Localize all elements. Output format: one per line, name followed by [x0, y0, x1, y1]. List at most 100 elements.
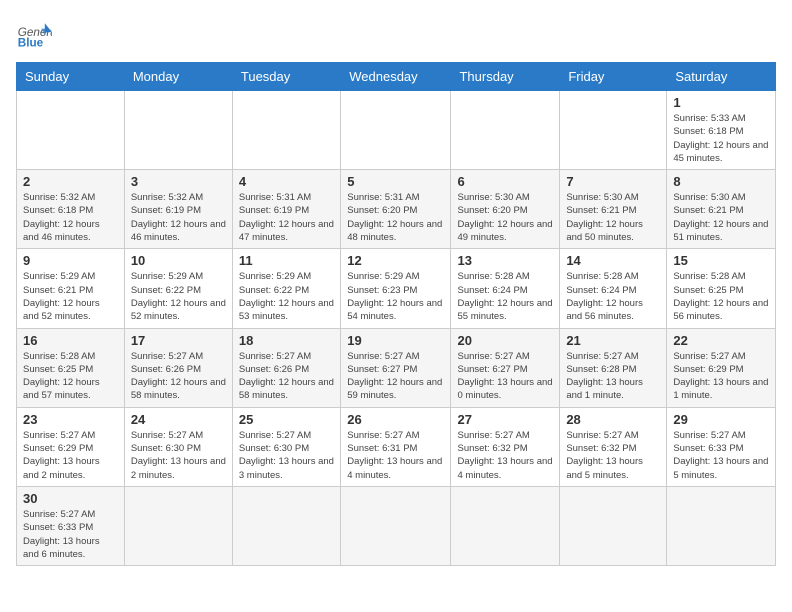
day-info: Sunrise: 5:27 AM Sunset: 6:30 PM Dayligh…: [131, 429, 226, 482]
calendar-header-row: SundayMondayTuesdayWednesdayThursdayFrid…: [17, 63, 776, 91]
day-number: 16: [23, 333, 118, 348]
day-number: 8: [673, 174, 769, 189]
day-number: 14: [566, 253, 660, 268]
week-row-4: 16 Sunrise: 5:28 AM Sunset: 6:25 PM Dayli…: [17, 328, 776, 407]
day-cell: 2 Sunrise: 5:32 AM Sunset: 6:18 PM Daylig…: [17, 170, 125, 249]
day-cell: [560, 486, 667, 565]
day-number: 6: [457, 174, 553, 189]
day-number: 11: [239, 253, 334, 268]
col-header-monday: Monday: [124, 63, 232, 91]
day-cell: [560, 91, 667, 170]
week-row-2: 2 Sunrise: 5:32 AM Sunset: 6:18 PM Daylig…: [17, 170, 776, 249]
day-info: Sunrise: 5:27 AM Sunset: 6:26 PM Dayligh…: [239, 350, 334, 403]
day-info: Sunrise: 5:27 AM Sunset: 6:31 PM Dayligh…: [347, 429, 444, 482]
day-info: Sunrise: 5:27 AM Sunset: 6:33 PM Dayligh…: [673, 429, 769, 482]
day-cell: 9 Sunrise: 5:29 AM Sunset: 6:21 PM Daylig…: [17, 249, 125, 328]
day-cell: 4 Sunrise: 5:31 AM Sunset: 6:19 PM Daylig…: [232, 170, 340, 249]
day-number: 27: [457, 412, 553, 427]
day-cell: 29 Sunrise: 5:27 AM Sunset: 6:33 PM Dayli…: [667, 407, 776, 486]
day-number: 1: [673, 95, 769, 110]
day-number: 18: [239, 333, 334, 348]
day-cell: [667, 486, 776, 565]
day-number: 25: [239, 412, 334, 427]
day-cell: [232, 91, 340, 170]
day-number: 2: [23, 174, 118, 189]
day-cell: 7 Sunrise: 5:30 AM Sunset: 6:21 PM Daylig…: [560, 170, 667, 249]
day-cell: 16 Sunrise: 5:28 AM Sunset: 6:25 PM Dayli…: [17, 328, 125, 407]
day-info: Sunrise: 5:30 AM Sunset: 6:21 PM Dayligh…: [566, 191, 660, 244]
day-number: 9: [23, 253, 118, 268]
day-info: Sunrise: 5:29 AM Sunset: 6:23 PM Dayligh…: [347, 270, 444, 323]
day-number: 7: [566, 174, 660, 189]
day-cell: 17Sunrise: 5:27 AM Sunset: 6:26 PM Dayli…: [124, 328, 232, 407]
day-cell: 3 Sunrise: 5:32 AM Sunset: 6:19 PM Daylig…: [124, 170, 232, 249]
day-info: Sunrise: 5:28 AM Sunset: 6:25 PM Dayligh…: [23, 350, 118, 403]
day-number: 3: [131, 174, 226, 189]
day-info: Sunrise: 5:31 AM Sunset: 6:19 PM Dayligh…: [239, 191, 334, 244]
col-header-sunday: Sunday: [17, 63, 125, 91]
day-cell: 25 Sunrise: 5:27 AM Sunset: 6:30 PM Dayli…: [232, 407, 340, 486]
day-cell: 28 Sunrise: 5:27 AM Sunset: 6:32 PM Dayli…: [560, 407, 667, 486]
day-cell: 14Sunrise: 5:28 AM Sunset: 6:24 PM Dayli…: [560, 249, 667, 328]
day-cell: 23 Sunrise: 5:27 AM Sunset: 6:29 PM Dayli…: [17, 407, 125, 486]
day-cell: 30 Sunrise: 5:27 AM Sunset: 6:33 PM Dayli…: [17, 486, 125, 565]
logo-icon: General Blue: [16, 16, 52, 52]
col-header-wednesday: Wednesday: [341, 63, 451, 91]
day-number: 22: [673, 333, 769, 348]
week-row-5: 23 Sunrise: 5:27 AM Sunset: 6:29 PM Dayli…: [17, 407, 776, 486]
day-number: 13: [457, 253, 553, 268]
day-number: 28: [566, 412, 660, 427]
col-header-thursday: Thursday: [451, 63, 560, 91]
day-cell: 11 Sunrise: 5:29 AM Sunset: 6:22 PM Dayli…: [232, 249, 340, 328]
day-info: Sunrise: 5:28 AM Sunset: 6:24 PM Dayligh…: [457, 270, 553, 323]
day-cell: 6 Sunrise: 5:30 AM Sunset: 6:20 PM Daylig…: [451, 170, 560, 249]
day-cell: [124, 91, 232, 170]
day-number: 30: [23, 491, 118, 506]
day-cell: 24Sunrise: 5:27 AM Sunset: 6:30 PM Dayli…: [124, 407, 232, 486]
day-cell: 20 Sunrise: 5:27 AM Sunset: 6:27 PM Dayli…: [451, 328, 560, 407]
day-number: 19: [347, 333, 444, 348]
day-info: Sunrise: 5:29 AM Sunset: 6:22 PM Dayligh…: [239, 270, 334, 323]
day-info: Sunrise: 5:29 AM Sunset: 6:22 PM Dayligh…: [131, 270, 226, 323]
day-info: Sunrise: 5:32 AM Sunset: 6:19 PM Dayligh…: [131, 191, 226, 244]
day-cell: [124, 486, 232, 565]
day-number: 17: [131, 333, 226, 348]
day-cell: [232, 486, 340, 565]
day-info: Sunrise: 5:30 AM Sunset: 6:20 PM Dayligh…: [457, 191, 553, 244]
day-cell: 27Sunrise: 5:27 AM Sunset: 6:32 PM Dayli…: [451, 407, 560, 486]
day-info: Sunrise: 5:27 AM Sunset: 6:29 PM Dayligh…: [23, 429, 118, 482]
day-number: 26: [347, 412, 444, 427]
day-info: Sunrise: 5:27 AM Sunset: 6:27 PM Dayligh…: [457, 350, 553, 403]
day-cell: [17, 91, 125, 170]
day-info: Sunrise: 5:32 AM Sunset: 6:18 PM Dayligh…: [23, 191, 118, 244]
week-row-3: 9 Sunrise: 5:29 AM Sunset: 6:21 PM Daylig…: [17, 249, 776, 328]
day-info: Sunrise: 5:27 AM Sunset: 6:33 PM Dayligh…: [23, 508, 118, 561]
day-info: Sunrise: 5:29 AM Sunset: 6:21 PM Dayligh…: [23, 270, 118, 323]
day-number: 23: [23, 412, 118, 427]
day-number: 15: [673, 253, 769, 268]
svg-text:Blue: Blue: [18, 37, 44, 50]
day-info: Sunrise: 5:27 AM Sunset: 6:29 PM Dayligh…: [673, 350, 769, 403]
day-info: Sunrise: 5:30 AM Sunset: 6:21 PM Dayligh…: [673, 191, 769, 244]
day-cell: 10 Sunrise: 5:29 AM Sunset: 6:22 PM Dayli…: [124, 249, 232, 328]
col-header-tuesday: Tuesday: [232, 63, 340, 91]
day-cell: [341, 486, 451, 565]
day-cell: 1Sunrise: 5:33 AM Sunset: 6:18 PM Daylig…: [667, 91, 776, 170]
day-info: Sunrise: 5:27 AM Sunset: 6:32 PM Dayligh…: [566, 429, 660, 482]
day-number: 29: [673, 412, 769, 427]
day-cell: [451, 91, 560, 170]
day-cell: 21Sunrise: 5:27 AM Sunset: 6:28 PM Dayli…: [560, 328, 667, 407]
col-header-saturday: Saturday: [667, 63, 776, 91]
day-number: 10: [131, 253, 226, 268]
day-number: 4: [239, 174, 334, 189]
week-row-6: 30 Sunrise: 5:27 AM Sunset: 6:33 PM Dayli…: [17, 486, 776, 565]
calendar: SundayMondayTuesdayWednesdayThursdayFrid…: [16, 62, 776, 566]
day-cell: 12 Sunrise: 5:29 AM Sunset: 6:23 PM Dayli…: [341, 249, 451, 328]
day-cell: 5Sunrise: 5:31 AM Sunset: 6:20 PM Daylig…: [341, 170, 451, 249]
day-number: 12: [347, 253, 444, 268]
day-info: Sunrise: 5:27 AM Sunset: 6:30 PM Dayligh…: [239, 429, 334, 482]
week-row-1: 1Sunrise: 5:33 AM Sunset: 6:18 PM Daylig…: [17, 91, 776, 170]
day-cell: [341, 91, 451, 170]
day-number: 20: [457, 333, 553, 348]
day-number: 21: [566, 333, 660, 348]
